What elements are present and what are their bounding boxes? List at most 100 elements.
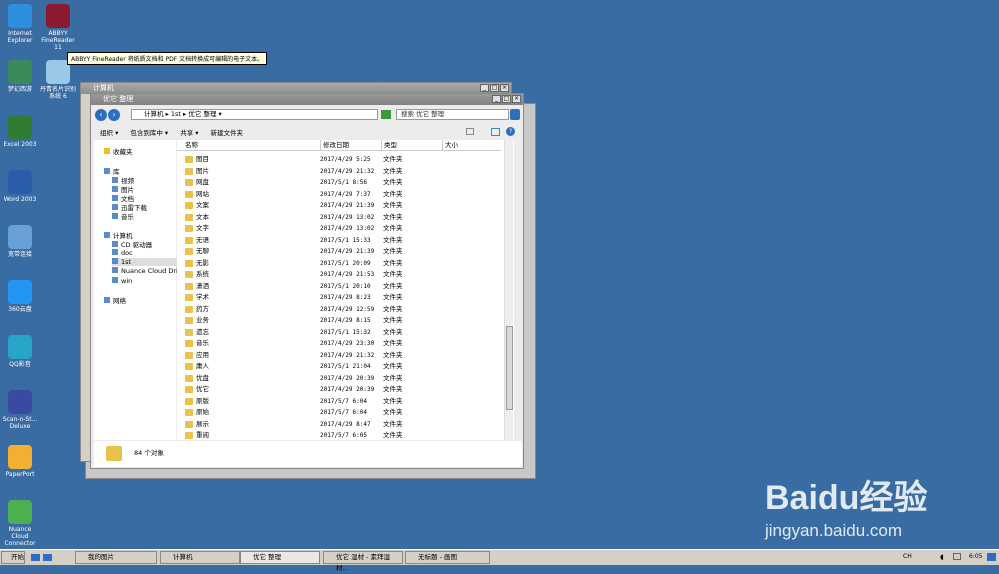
scrollbar-thumb[interactable]	[506, 326, 513, 410]
sidebar-item[interactable]: 1st	[112, 258, 182, 266]
scrollbar[interactable]	[504, 140, 513, 440]
sidebar-item[interactable]: win	[112, 277, 132, 285]
file-row[interactable]: 优它 2017/4/29 20:39 文件夹	[177, 384, 507, 395]
file-row[interactable]: 业务 2017/4/29 8:15 文件夹	[177, 315, 507, 326]
sidebar-item[interactable]: CD 驱动器	[112, 239, 152, 249]
forward-icon[interactable]: ›	[108, 109, 120, 121]
desktop-icon[interactable]: QQ影音	[0, 335, 40, 368]
file-row[interactable]: 学术 2017/4/29 8:23 文件夹	[177, 292, 507, 303]
desktop-icon-label: Internet Explorer	[7, 30, 33, 44]
language-indicator[interactable]: CH	[903, 553, 912, 560]
folder-icon	[185, 328, 193, 336]
file-row[interactable]: 无聊 2017/4/29 21:39 文件夹	[177, 246, 507, 257]
share-button[interactable]: 共享 ▾	[180, 127, 198, 137]
taskbar-item[interactable]: 我的图片	[75, 551, 157, 564]
address-bar[interactable]: 计算机 ▸ 1st ▸ 优它 整理 ▾	[131, 109, 378, 120]
search-input[interactable]: 搜索 优它 整理	[396, 109, 509, 120]
close-button[interactable]: ×	[512, 95, 521, 103]
desktop-icon[interactable]: PaperPort	[0, 445, 40, 478]
desktop-icon[interactable]: Word 2003	[0, 170, 40, 203]
file-row[interactable]: 无语 2017/5/1 15:33 文件夹	[177, 235, 507, 246]
taskbar-item-label: 优它 湿材 - 素拜湿材...	[336, 553, 391, 572]
view-options-icon[interactable]	[466, 128, 474, 135]
file-row[interactable]: 网盘 2017/5/1 8:56 文件夹	[177, 177, 507, 188]
file-date: 2017/5/1 15:32	[320, 328, 371, 336]
file-row[interactable]: 展示 2017/4/29 8:47 文件夹	[177, 419, 507, 430]
file-row[interactable]: 文案 2017/4/29 21:39 文件夹	[177, 200, 507, 211]
file-row[interactable]: 网站 2017/4/29 7:37 文件夹	[177, 189, 507, 200]
switch-windows-icon[interactable]	[43, 554, 52, 561]
column-name[interactable]: 名称	[185, 140, 198, 151]
desktop-icon[interactable]: 宽带连接	[0, 225, 40, 258]
file-row[interactable]: 图片 2017/4/29 21:32 文件夹	[177, 166, 507, 177]
file-name: 无聊	[196, 247, 209, 255]
app-icon	[8, 60, 32, 84]
start-button[interactable]: 开始	[1, 551, 25, 564]
file-row[interactable]: 原始 2017/5/7 6:04 文件夹	[177, 407, 507, 418]
file-row[interactable]: 庸人 2017/5/1 21:04 文件夹	[177, 361, 507, 372]
file-row[interactable]: 潇洒 2017/5/1 20:10 文件夹	[177, 281, 507, 292]
taskbar-item[interactable]: 优它 湿材 - 素拜湿材...	[323, 551, 403, 572]
maximize-button[interactable]: □	[502, 95, 511, 103]
new-folder-button[interactable]: 新建文件夹	[211, 127, 244, 137]
column-date[interactable]: 修改日期	[320, 140, 349, 151]
include-library-button[interactable]: 包含到库中 ▾	[130, 127, 168, 137]
taskbar-item[interactable]: 计算机	[160, 551, 240, 564]
sidebar-item[interactable]: 收藏夹	[104, 146, 133, 156]
file-row[interactable]: 药方 2017/4/29 12:59 文件夹	[177, 304, 507, 315]
preview-pane-icon[interactable]	[491, 128, 500, 136]
volume-icon[interactable]: ◖	[940, 553, 944, 561]
sidebar-icon	[112, 249, 118, 255]
app-icon	[8, 445, 32, 469]
minimize-button[interactable]: _	[480, 84, 489, 92]
column-type[interactable]: 类型	[381, 140, 397, 151]
sidebar-item[interactable]: doc	[112, 249, 133, 257]
sidebar-item[interactable]: Nuance Cloud Drive	[112, 267, 186, 275]
maximize-button[interactable]: □	[490, 84, 499, 92]
show-desktop-icon[interactable]	[31, 554, 40, 561]
close-button[interactable]: ×	[500, 84, 509, 92]
help-icon[interactable]: ?	[506, 127, 515, 136]
notification-icon[interactable]	[987, 553, 996, 561]
file-row[interactable]: 重阅 2017/5/7 6:05 文件夹	[177, 430, 507, 441]
minimize-button[interactable]: _	[492, 95, 501, 103]
file-type: 文件夹	[383, 270, 403, 278]
explorer-window[interactable]: 优它 整理 _ □ × ‹ › 计算机 ▸ 1st ▸ 优它 整理 ▾ 搜索 优它 …	[90, 93, 524, 469]
desktop-icon[interactable]: 360云盘	[0, 280, 40, 313]
file-row[interactable]: 应用 2017/4/29 21:32 文件夹	[177, 350, 507, 361]
file-row[interactable]: 文字 2017/4/29 13:02 文件夹	[177, 223, 507, 234]
refresh-icon[interactable]	[381, 110, 391, 119]
file-row[interactable]: 系统 2017/4/29 21:53 文件夹	[177, 269, 507, 280]
sidebar-label: 收藏夹	[113, 148, 133, 156]
search-icon[interactable]	[510, 109, 520, 120]
desktop-icon[interactable]: Scan-n-St... Deluxe	[0, 390, 40, 430]
taskbar-item[interactable]: 优它 整理	[240, 551, 320, 564]
desktop-icon[interactable]: ABBYY FineReader 11	[38, 4, 78, 51]
file-name: 遗忘	[196, 327, 209, 336]
taskbar-item[interactable]: 无标题 - 画图	[405, 551, 490, 564]
back-icon[interactable]: ‹	[95, 109, 107, 121]
sidebar-item[interactable]: 音乐	[112, 211, 134, 221]
file-name: 学术	[196, 293, 209, 301]
desktop-icon[interactable]: Nuance Cloud Connector	[0, 500, 40, 547]
network-icon[interactable]	[953, 553, 961, 560]
nav-buttons[interactable]: ‹ ›	[95, 109, 121, 121]
breadcrumb-current[interactable]: 优它 整理	[188, 110, 216, 118]
file-row[interactable]: 文本 2017/4/29 13:02 文件夹	[177, 212, 507, 223]
desktop-icon[interactable]: Excel 2003	[0, 115, 40, 148]
file-row[interactable]: 优盘 2017/4/29 20:39 文件夹	[177, 373, 507, 384]
desktop-icon[interactable]: 丹青名片识别系统 6	[38, 60, 78, 100]
sidebar-item[interactable]: 网络	[104, 295, 126, 305]
desktop-icon[interactable]: Internet Explorer	[0, 4, 40, 44]
breadcrumb-1st[interactable]: 1st	[171, 110, 181, 118]
file-row[interactable]: 音乐 2017/4/29 23:30 文件夹	[177, 338, 507, 349]
file-row[interactable]: 原版 2017/5/7 6:04 文件夹	[177, 396, 507, 407]
organize-button[interactable]: 组织 ▾	[100, 127, 118, 137]
file-row[interactable]: 遗忘 2017/5/1 15:32 文件夹	[177, 327, 507, 338]
desktop-icon[interactable]: 梦幻西游	[0, 60, 40, 93]
file-row[interactable]: 图目 2017/4/29 5:25 文件夹	[177, 154, 507, 165]
desktop-icon-label: Nuance Cloud Connector	[4, 526, 36, 547]
file-row[interactable]: 无影 2017/5/1 20:09 文件夹	[177, 258, 507, 269]
breadcrumb-computer[interactable]: 计算机	[144, 110, 164, 118]
column-size[interactable]: 大小	[442, 140, 458, 151]
